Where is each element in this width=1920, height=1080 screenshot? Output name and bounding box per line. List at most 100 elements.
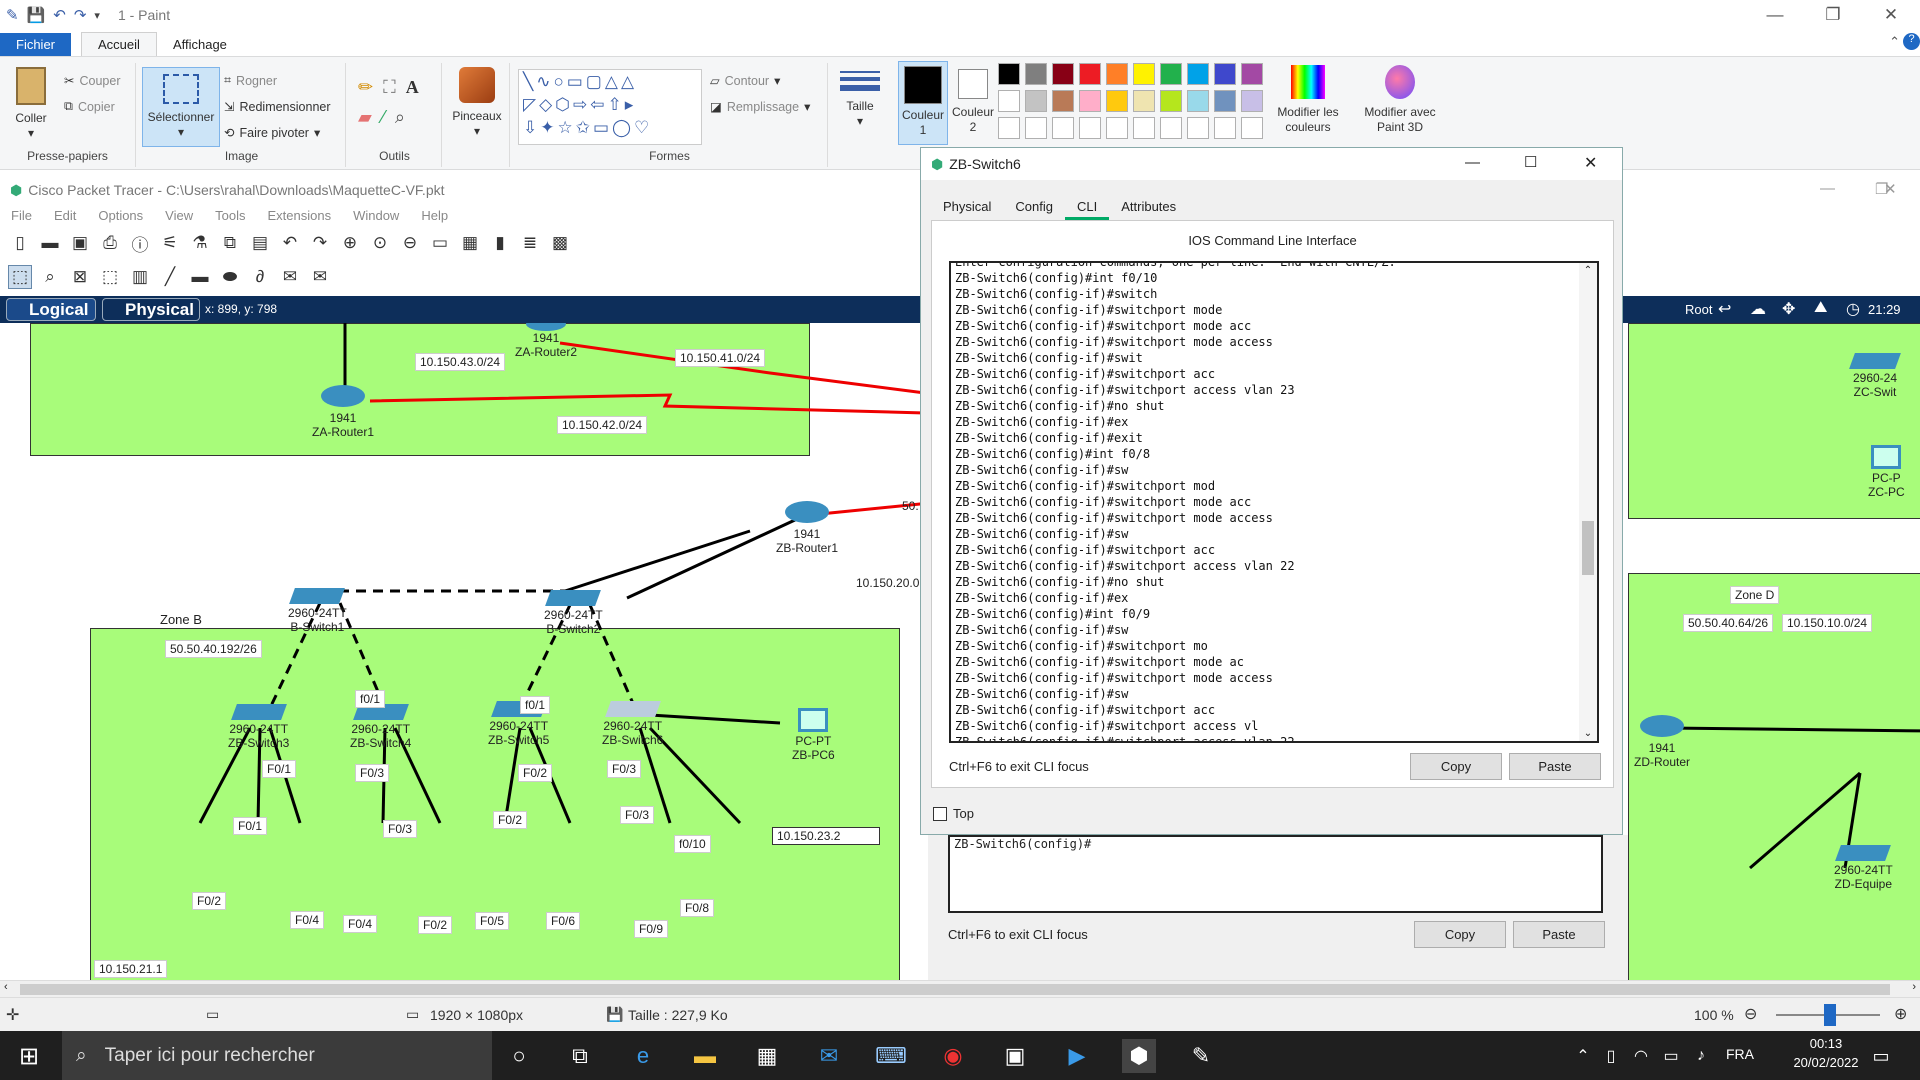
ellipse-icon[interactable]: ⬬ xyxy=(218,265,242,289)
behind-copy-button[interactable]: Copy xyxy=(1414,921,1506,948)
logical-view-button[interactable]: Logical xyxy=(6,298,96,321)
text-icon[interactable]: A xyxy=(406,77,419,98)
palette-swatch[interactable] xyxy=(1187,90,1209,112)
drawing-palette-icon[interactable]: ▭ xyxy=(428,231,452,255)
chrome-icon[interactable]: ◉ xyxy=(936,1039,970,1073)
zoom-out-icon[interactable]: ⊖ xyxy=(398,231,422,255)
move-icon[interactable]: ✥ xyxy=(1782,299,1795,319)
cut-button[interactable]: ✂ Couper xyxy=(64,73,120,89)
zoom-in-button[interactable]: ⊕ xyxy=(1894,1004,1907,1024)
palette-swatch[interactable] xyxy=(1187,117,1209,139)
pencil-icon[interactable]: ✏ xyxy=(358,77,373,98)
zc-switch[interactable]: 2960-24 ZC-Swit xyxy=(1849,353,1901,399)
tab-home[interactable]: Accueil xyxy=(81,32,157,56)
palette-swatch[interactable] xyxy=(1079,63,1101,85)
tab-physical[interactable]: Physical xyxy=(931,196,1003,220)
pt-menu-extensions[interactable]: Extensions xyxy=(256,204,342,228)
paint-taskbar-icon[interactable]: ✎ xyxy=(1184,1039,1218,1073)
cortana-icon[interactable]: ○ xyxy=(502,1039,536,1073)
magnifier-icon[interactable]: ⌕ xyxy=(395,107,405,128)
palette-swatch[interactable] xyxy=(1241,63,1263,85)
landscape-icon[interactable]: ⛰ xyxy=(1814,299,1827,317)
pt-paste-icon[interactable]: ▤ xyxy=(248,231,272,255)
color-picker-icon[interactable]: ⁄ xyxy=(382,107,385,128)
open-folder-icon[interactable]: ▬ xyxy=(38,231,62,255)
dialog-minimize-button[interactable]: — xyxy=(1465,154,1480,171)
resize-shape-icon[interactable]: ⬚ xyxy=(98,265,122,289)
cli-copy-button[interactable]: Copy xyxy=(1410,753,1502,780)
za-router2[interactable]: 1941 ZA-Router2 xyxy=(515,323,577,359)
pt-copy-icon[interactable]: ⧉ xyxy=(218,231,242,255)
pt-menu-view[interactable]: View xyxy=(154,204,204,228)
new-file-icon[interactable]: ▯ xyxy=(8,231,32,255)
edge-icon[interactable]: e xyxy=(626,1039,660,1073)
copy-button[interactable]: ⧉ Copier xyxy=(64,99,115,114)
tab-file[interactable]: Fichier xyxy=(0,33,72,56)
pt-redo-icon[interactable]: ↷ xyxy=(308,231,332,255)
crop-button[interactable]: ⌗ Rogner xyxy=(224,73,277,88)
select-tool-icon[interactable]: ⬚ xyxy=(8,265,32,289)
zd-equipe[interactable]: 2960-24TT ZD-Equipe xyxy=(1834,845,1893,891)
customize-qa-icon[interactable]: ▾ xyxy=(94,9,100,22)
size-button[interactable]: Taille ▾ xyxy=(834,67,886,129)
paste-button[interactable]: Coller ▾ xyxy=(10,67,52,141)
palette-swatch[interactable] xyxy=(1079,90,1101,112)
zoom-slider-thumb[interactable] xyxy=(1824,1004,1836,1026)
tab-config[interactable]: Config xyxy=(1003,196,1065,220)
zoom-in-icon[interactable]: ⊕ xyxy=(338,231,362,255)
palette-swatch[interactable] xyxy=(1187,63,1209,85)
media-icon[interactable]: ▶ xyxy=(1060,1039,1094,1073)
pt-minimize-button[interactable]: — xyxy=(1820,180,1835,198)
za-router1[interactable]: 1941 ZA-Router1 xyxy=(312,385,374,439)
top-checkbox[interactable]: Top xyxy=(933,806,974,821)
top-checkbox-box[interactable] xyxy=(933,806,947,821)
dialog-close-button[interactable]: ✕ xyxy=(1584,153,1597,173)
network-app-icon[interactable]: ⌨ xyxy=(874,1039,908,1073)
pt-undo-icon[interactable]: ↶ xyxy=(278,231,302,255)
palette-swatch[interactable] xyxy=(1133,63,1155,85)
task-view-icon[interactable]: ⧉ xyxy=(563,1039,597,1073)
file-explorer-icon[interactable]: ▬ xyxy=(688,1039,722,1073)
activity-wizard-icon[interactable]: ⚗ xyxy=(188,231,212,255)
wifi-icon[interactable]: ◠ xyxy=(1624,1039,1658,1073)
hscroll-thumb[interactable] xyxy=(20,984,1890,995)
pt-menu-file[interactable]: File xyxy=(0,204,43,228)
inspect-icon[interactable]: ⌕ xyxy=(38,265,62,289)
redo-icon[interactable]: ↷ xyxy=(74,6,87,24)
undo-icon[interactable]: ↶ xyxy=(53,6,66,24)
server-icon[interactable]: ≣ xyxy=(518,231,542,255)
complex-pdu-icon[interactable]: ✉ xyxy=(308,265,332,289)
b-switch2[interactable]: 2960-24TT B-Switch2 xyxy=(544,590,603,636)
pt-menu-tools[interactable]: Tools xyxy=(204,204,256,228)
pt-menu-edit[interactable]: Edit xyxy=(43,204,87,228)
b-switch1[interactable]: 2960-24TT B-Switch1 xyxy=(288,588,347,634)
windows-start-icon[interactable]: ⊞ xyxy=(12,1039,46,1073)
behind-cli-terminal[interactable]: ZB-Switch6(config)# xyxy=(948,835,1603,913)
rotate-button[interactable]: ⟲ Faire pivoter ▾ xyxy=(224,125,320,141)
palette-swatch[interactable] xyxy=(1025,117,1047,139)
brushes-button[interactable]: Pinceaux ▾ xyxy=(452,67,502,139)
palette-swatch[interactable] xyxy=(1241,90,1263,112)
save-icon[interactable]: 💾 xyxy=(27,6,46,24)
zb-switch4[interactable]: 2960-24TT ZB-Switch4 xyxy=(350,704,411,750)
cli-paste-button[interactable]: Paste xyxy=(1509,753,1601,780)
clock-date[interactable]: 20/02/2022 xyxy=(1786,1055,1866,1070)
fill-button[interactable]: ◪ Remplissage ▾ xyxy=(710,99,810,115)
tab-view[interactable]: Affichage xyxy=(157,33,243,56)
taskbar-search[interactable]: ⌕ Taper ici pour rechercher xyxy=(62,1031,492,1080)
eraser-icon[interactable]: ▰ xyxy=(358,107,372,128)
tab-attributes[interactable]: Attributes xyxy=(1109,196,1188,220)
scroll-down-icon[interactable]: ⌄ xyxy=(1579,728,1597,739)
custom-device-icon[interactable]: ▦ xyxy=(458,231,482,255)
fill-icon[interactable]: ⛶ xyxy=(383,77,396,98)
scroll-right-icon[interactable]: › xyxy=(1912,981,1916,993)
notifications-icon[interactable]: ▭ xyxy=(1864,1039,1898,1073)
volume-icon[interactable]: ♪ xyxy=(1684,1039,1718,1073)
paint-hscroll[interactable]: ‹ › xyxy=(0,980,1920,997)
palette-swatch[interactable] xyxy=(1052,117,1074,139)
resize-button[interactable]: ⇲ Redimensionner xyxy=(224,99,331,115)
palette-swatch[interactable] xyxy=(1133,117,1155,139)
scroll-left-icon[interactable]: ‹ xyxy=(4,981,8,993)
help-icon[interactable]: ? xyxy=(1903,33,1920,50)
color2-button[interactable]: Couleur 2 xyxy=(950,61,996,135)
